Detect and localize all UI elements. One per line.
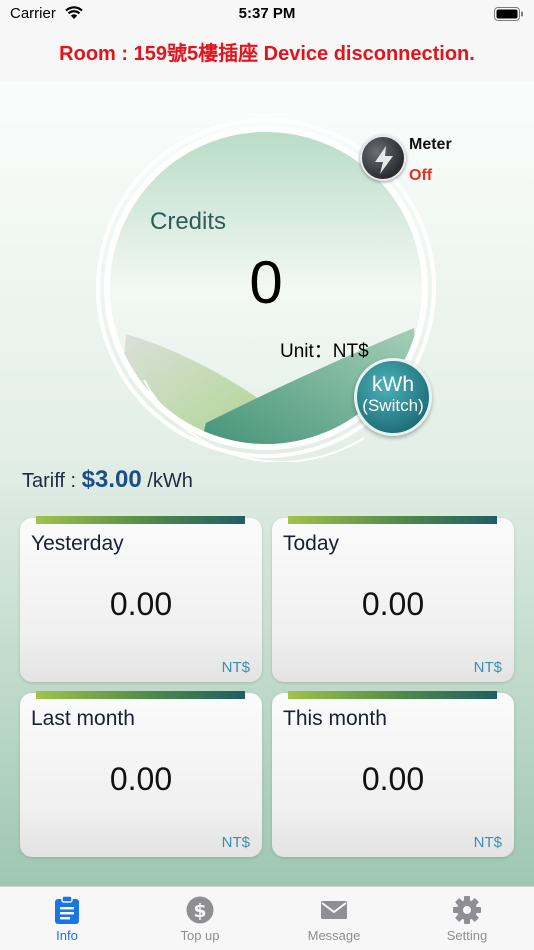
tariff-value: $3.00 [81, 466, 142, 493]
card-unit: NT$ [473, 659, 502, 676]
credits-value: 0 [249, 249, 283, 316]
meter-state: Off [409, 167, 433, 184]
card-value: 0.00 [109, 586, 173, 622]
tariff-row: Tariff : $3.00 /kWh [22, 466, 193, 494]
clipboard-icon [55, 896, 79, 924]
kwh-switch-button[interactable]: kWh (Switch) [354, 358, 432, 436]
usage-card-last-month: Last month 0.00 NT$ [20, 691, 262, 857]
tab-label: Setting [446, 928, 488, 943]
tab-info[interactable]: Info [0, 887, 134, 950]
tab-label: Top up [180, 928, 220, 943]
tab-top-up[interactable]: $ Top up [133, 887, 267, 950]
card-value: 0.00 [109, 761, 173, 797]
gear-icon [453, 896, 481, 924]
unit-label: Unit： [280, 341, 333, 362]
info-screen: Credits 0 Unit：NT$ Meter Off kWh (Switch… [0, 82, 534, 886]
tab-setting[interactable]: Setting [400, 887, 534, 950]
clock-time: 5:37 PM [238, 5, 296, 22]
envelope-icon [321, 901, 347, 919]
battery-icon [494, 7, 524, 25]
usage-card-today: Today 0.00 NT$ [272, 516, 514, 682]
card-unit: NT$ [221, 834, 250, 851]
status-bar: Carrier 5:37 PM [0, 0, 534, 30]
card-value: 0.00 [361, 761, 425, 797]
dollar-coin-icon: $ [186, 896, 214, 924]
card-value: 0.00 [361, 586, 425, 622]
card-title: Last month [31, 707, 135, 730]
card-accent-bar [288, 516, 497, 524]
meter-label: Meter [409, 136, 452, 153]
card-accent-bar [288, 691, 497, 699]
tab-message[interactable]: Message [267, 887, 401, 950]
switch-unit-label: kWh [372, 373, 414, 396]
lightning-icon [375, 146, 393, 174]
unit-row: Unit：NT$ [280, 336, 369, 363]
usage-card-yesterday: Yesterday 0.00 NT$ [20, 516, 262, 682]
svg-text:$: $ [193, 900, 206, 922]
tariff-label: Tariff : [22, 470, 77, 492]
tariff-unit: /kWh [147, 470, 193, 492]
card-unit: NT$ [221, 659, 250, 676]
tab-label: Info [56, 928, 78, 943]
usage-card-this-month: This month 0.00 NT$ [272, 691, 514, 857]
card-title: Today [283, 532, 340, 555]
switch-label: (Switch) [362, 396, 424, 415]
tab-label: Message [307, 928, 361, 943]
credits-label: Credits [150, 208, 227, 235]
card-unit: NT$ [473, 834, 502, 851]
card-title: This month [283, 707, 387, 730]
card-accent-bar [36, 516, 245, 524]
card-title: Yesterday [31, 532, 124, 555]
meter-toggle-button[interactable] [360, 135, 406, 181]
tab-bar: Info $ Top up Message Setting [0, 886, 534, 950]
card-accent-bar [36, 691, 245, 699]
disconnection-alert: Room : 159號5樓插座 Device disconnection. [0, 30, 534, 82]
unit-value: NT$ [332, 341, 369, 362]
